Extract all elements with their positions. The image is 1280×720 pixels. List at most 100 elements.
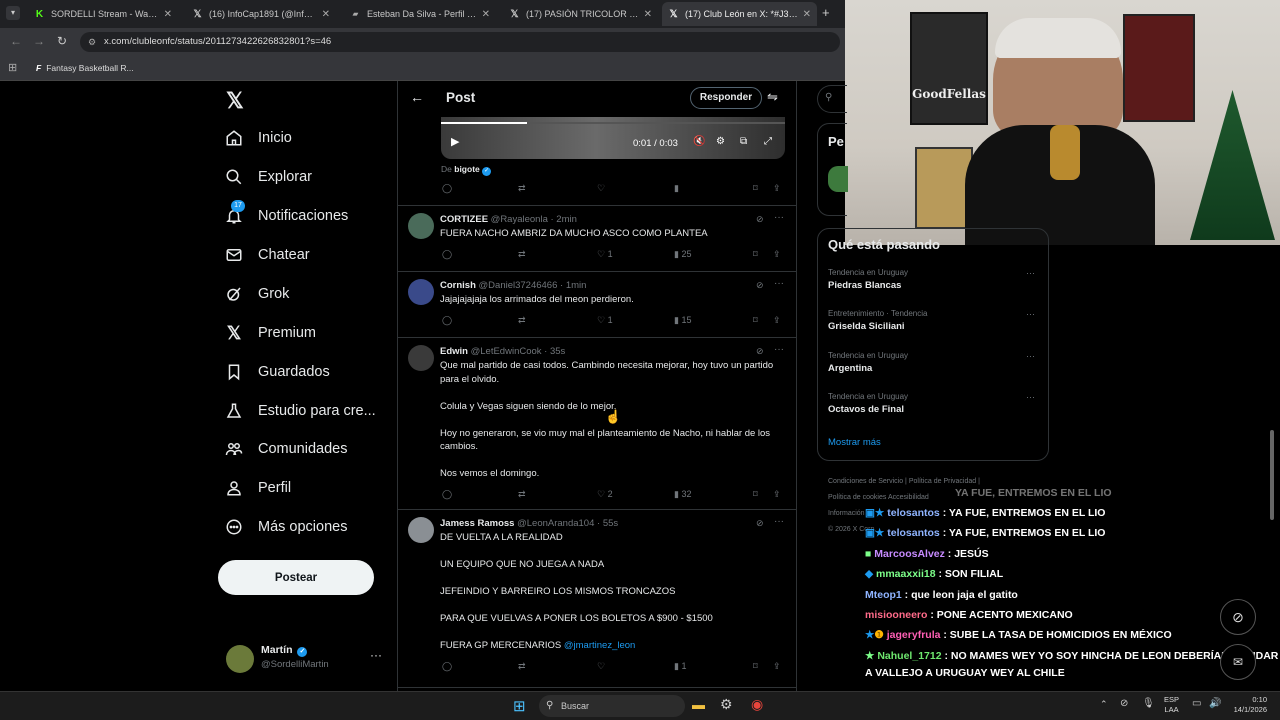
account-switcher[interactable]: Martín ✓ @SordelliMartin ···: [224, 642, 389, 678]
nav-explore[interactable]: Explorar: [222, 159, 312, 195]
trend-item[interactable]: Tendencia en Uruguay Piedras Blancas ···: [828, 268, 1038, 291]
more-icon[interactable]: ···: [774, 278, 784, 289]
reply-icon[interactable]: ◯: [442, 183, 452, 194]
fullscreen-icon[interactable]: ⤢: [764, 136, 772, 147]
reply-button[interactable]: Responder: [690, 87, 762, 109]
retweet-icon[interactable]: ⇄: [518, 249, 526, 260]
nav-chat[interactable]: Chatear: [222, 237, 310, 273]
retweet-icon[interactable]: ⇄: [518, 315, 526, 326]
share-icon[interactable]: ⇪: [773, 315, 781, 326]
share-icon[interactable]: ⇪: [773, 183, 781, 194]
bookmark-icon[interactable]: ⌑: [753, 489, 758, 500]
tweet-author[interactable]: Edwin: [440, 346, 468, 357]
tweet-author[interactable]: Jamess Ramoss: [440, 518, 514, 529]
close-icon[interactable]: ✕: [322, 9, 330, 20]
like-icon[interactable]: ♡: [597, 661, 605, 672]
views-count[interactable]: ▮ 32: [674, 489, 691, 500]
taskbar-search[interactable]: ⚲ Buscar: [539, 695, 685, 717]
reply-icon[interactable]: ◯: [442, 661, 452, 672]
back-arrow-icon[interactable]: ←: [410, 89, 424, 105]
mute-icon[interactable]: 🔇: [693, 136, 705, 147]
like-button[interactable]: ♡ 1: [597, 249, 613, 260]
bookmark-icon[interactable]: ⌑: [753, 661, 758, 672]
tab-pasion[interactable]: 𝕏 (17) PASIÓN TRICOLOR en X: "¡ ✕: [503, 2, 658, 26]
video-progress-track[interactable]: [441, 122, 785, 124]
more-icon[interactable]: ···: [1026, 351, 1035, 361]
nav-home[interactable]: Inicio: [222, 120, 292, 156]
bookmark-fantasy[interactable]: F Fantasy Basketball R...: [36, 60, 134, 76]
trend-item[interactable]: Tendencia en Uruguay Octavos de Final ··…: [828, 392, 1038, 415]
play-icon[interactable]: ▶: [451, 135, 459, 148]
trend-item[interactable]: Entretenimiento · Tendencia Griselda Sic…: [828, 309, 1038, 332]
tab-infocap[interactable]: 𝕏 (16) InfoCap1891 (@InfoCap_18 ✕: [186, 2, 336, 26]
chrome-icon[interactable]: ◉: [751, 696, 763, 713]
x-logo-icon[interactable]: 𝕏: [226, 88, 244, 114]
microphone-icon[interactable]: 🎙: [1142, 698, 1155, 709]
settings-app-icon[interactable]: ⚙: [720, 696, 733, 713]
reply-icon[interactable]: ◯: [442, 315, 452, 326]
grok-icon[interactable]: ⊘: [756, 346, 764, 357]
close-icon[interactable]: ✕: [803, 9, 811, 20]
tweet-author[interactable]: CORTIZEE: [440, 214, 488, 225]
close-icon[interactable]: ✕: [482, 9, 490, 20]
clock[interactable]: 0:10 14/1/2026: [1225, 695, 1267, 715]
show-more-link[interactable]: Mostrar más: [828, 437, 881, 448]
nav-premium[interactable]: 𝕏 Premium: [222, 315, 316, 351]
bookmark-icon[interactable]: ⌑: [753, 315, 758, 326]
windows-start-icon[interactable]: ⊞: [513, 697, 526, 715]
tab-club-leon[interactable]: 𝕏 (17) Club León en X: *#J3 | #CL ✕: [662, 2, 817, 26]
nav-notifications[interactable]: 17 Notificaciones: [222, 198, 348, 234]
reply-tweet[interactable]: Edwin @LetEdwinCook · 35s ⊘ ··· Que mal …: [398, 338, 796, 510]
nav-more-options[interactable]: Más opciones: [222, 509, 347, 545]
reload-icon[interactable]: ↻: [57, 34, 67, 48]
grok-float-button[interactable]: ⊘: [1220, 599, 1256, 635]
views-count[interactable]: ▮ 15: [674, 315, 691, 326]
scrollbar[interactable]: [1270, 430, 1274, 520]
nav-creator-studio[interactable]: Estudio para cre...: [222, 393, 376, 429]
share-icon[interactable]: ⇪: [773, 249, 781, 260]
more-icon[interactable]: ···: [1026, 392, 1035, 402]
retweet-icon[interactable]: ⇄: [518, 489, 526, 500]
pip-icon[interactable]: ⧉: [740, 136, 747, 147]
site-info-icon[interactable]: ⚙: [88, 32, 96, 52]
close-icon[interactable]: ✕: [164, 9, 172, 20]
volume-icon[interactable]: 🔊: [1209, 698, 1221, 709]
grok-icon[interactable]: ⊘: [756, 214, 764, 225]
forward-icon[interactable]: →: [33, 34, 45, 48]
grok-icon[interactable]: ⊘: [756, 518, 764, 529]
reply-tweet[interactable]: Cornish @Daniel37246466 · 1min ⊘ ··· Jaj…: [398, 272, 796, 338]
bookmark-icon[interactable]: ⌑: [753, 183, 758, 194]
reply-tweet[interactable]: Jamess Ramoss @LeonAranda104 · 55s ⊘ ···…: [398, 510, 796, 688]
nav-profile[interactable]: Perfil: [222, 470, 291, 506]
share-icon[interactable]: ⇪: [773, 661, 781, 672]
grok-icon[interactable]: ⊘: [756, 280, 764, 291]
like-button[interactable]: ♡ 2: [597, 489, 613, 500]
back-icon[interactable]: ←: [10, 34, 22, 48]
more-icon[interactable]: ···: [774, 516, 784, 527]
tweet-author[interactable]: Cornish: [440, 280, 476, 291]
views-count[interactable]: ▮ 25: [674, 249, 691, 260]
tab-kick[interactable]: K SORDELLI Stream - Watch Live ✕: [28, 2, 178, 26]
network-off-icon[interactable]: ⊘: [1120, 698, 1128, 709]
tab-search-button[interactable]: ▾: [6, 6, 20, 20]
views-icon[interactable]: ▮: [674, 183, 679, 194]
share-icon[interactable]: ⇪: [773, 489, 781, 500]
views-count[interactable]: ▮ 1: [674, 661, 686, 672]
nav-bookmarks[interactable]: Guardados: [222, 354, 330, 390]
url-bar[interactable]: ⚙ x.com/clubleonfc/status/20112734226268…: [80, 32, 840, 52]
reply-tweet[interactable]: CORTIZEE @Rayaleonla · 2min ⊘ ··· FUERA …: [398, 206, 796, 272]
more-icon[interactable]: ···: [774, 344, 784, 355]
more-icon[interactable]: ···: [774, 212, 784, 223]
mention-link[interactable]: @jmartinez_leon: [564, 640, 635, 651]
video-player[interactable]: ▶ 0:01 / 0:03 🔇 ⚙ ⧉ ⤢: [441, 117, 785, 159]
display-icon[interactable]: ▭: [1192, 698, 1201, 709]
retweet-icon[interactable]: ⇄: [518, 183, 526, 194]
tab-esteban[interactable]: ▰ Esteban Da Silva - Perfil del jug ✕: [344, 2, 496, 26]
trend-item[interactable]: Tendencia en Uruguay Argentina ···: [828, 351, 1038, 374]
reply-icon[interactable]: ◯: [442, 249, 452, 260]
language-indicator[interactable]: ESP LAA: [1164, 695, 1179, 715]
more-icon[interactable]: ···: [1026, 268, 1035, 278]
like-icon[interactable]: ♡: [597, 183, 605, 194]
gear-icon[interactable]: ⚙: [716, 136, 725, 147]
nav-communities[interactable]: Comunidades: [222, 431, 347, 467]
